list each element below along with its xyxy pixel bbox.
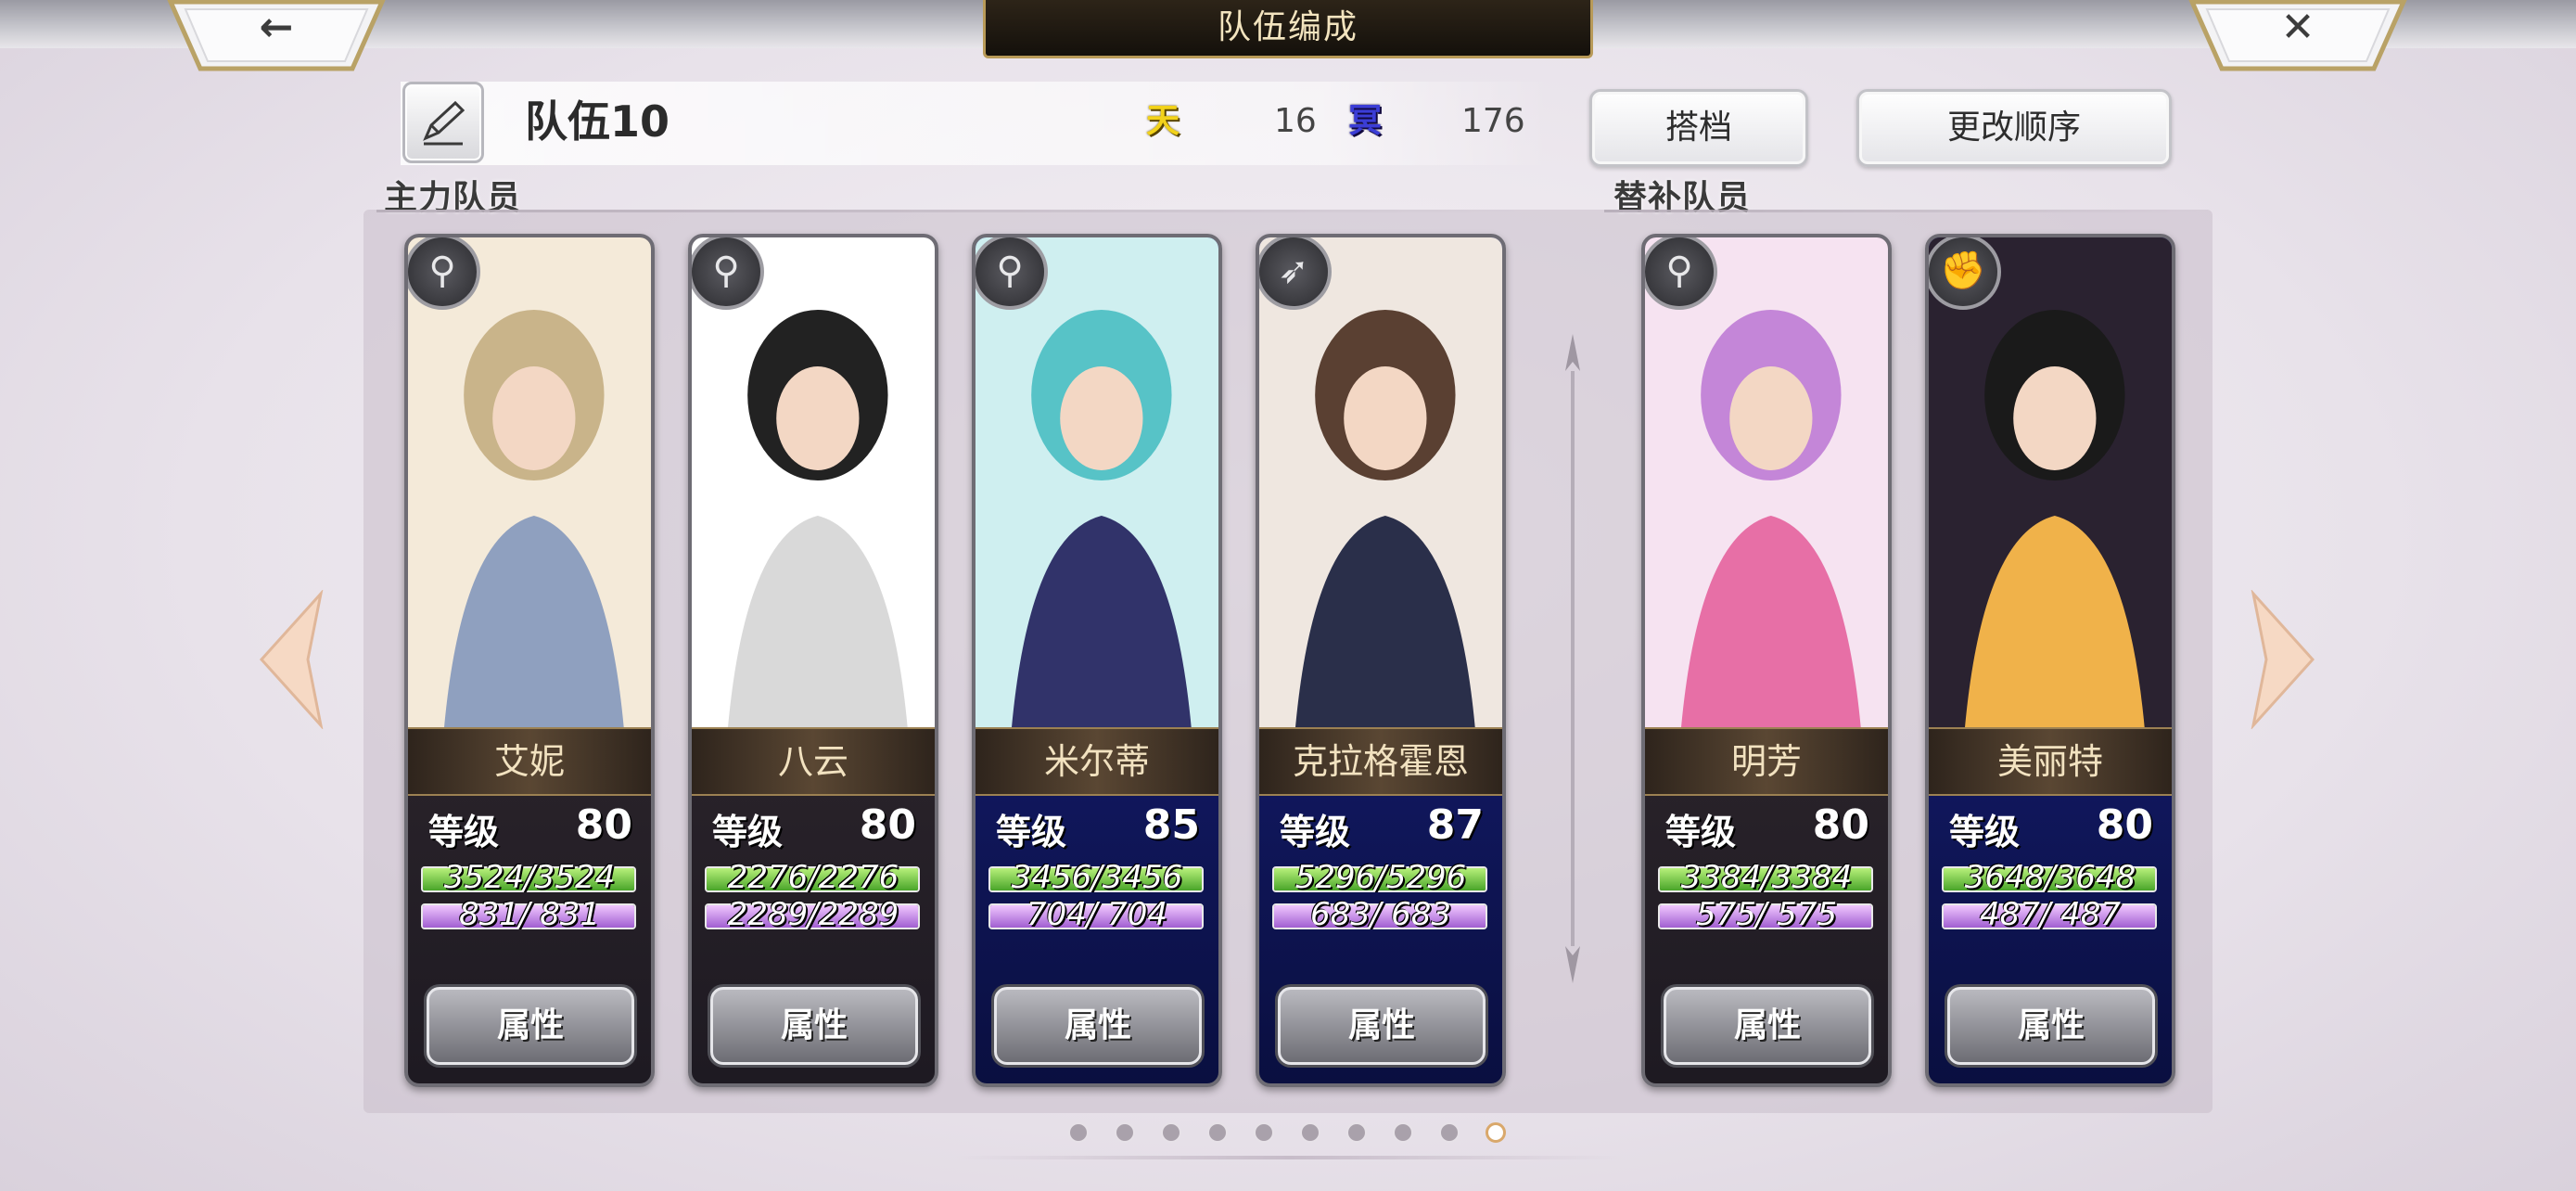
staff-icon: ⚲ — [692, 237, 764, 310]
bottom-decor-line — [955, 1156, 1623, 1159]
dark-icon: 冥 — [1347, 101, 1382, 140]
fist-icon: ✊ — [1929, 237, 2001, 310]
character-portrait — [408, 237, 651, 729]
attribute-button[interactable]: 属性 — [710, 987, 918, 1065]
character-card[interactable]: ⚲ 艾妮 等级 80 3524/3524 831/ 831 属性 — [404, 234, 655, 1087]
main-divider-line — [376, 210, 1526, 212]
level-value: 80 — [575, 801, 632, 849]
character-portrait — [1929, 237, 2172, 729]
character-name: 米尔蒂 — [976, 727, 1218, 796]
attribute-button[interactable]: 属性 — [994, 987, 1202, 1065]
page-dot[interactable] — [1439, 1122, 1460, 1143]
mp-value: 683/ 683 — [1309, 896, 1452, 933]
back-button[interactable]: ← — [167, 0, 386, 72]
attribute-button[interactable]: 属性 — [427, 987, 634, 1065]
partner-button[interactable]: 搭档 — [1589, 89, 1808, 167]
heaven-count: 16 — [1274, 102, 1317, 140]
hp-value: 3524/3524 — [443, 859, 616, 896]
close-icon: ✕ — [2280, 4, 2315, 51]
character-card[interactable]: ⚲ 明芳 等级 80 3384/3384 575/ 575 属性 — [1641, 234, 1892, 1087]
team-name: 队伍10 — [525, 96, 670, 147]
staff-icon: ⚲ — [976, 237, 1048, 310]
mp-value: 2289/2289 — [727, 896, 899, 933]
character-name: 克拉格霍恩 — [1259, 727, 1502, 796]
level-value: 80 — [2096, 801, 2153, 849]
character-card[interactable]: ⚲ 米尔蒂 等级 85 3456/3456 704/ 704 属性 — [972, 234, 1222, 1087]
next-team-arrow[interactable] — [2244, 588, 2318, 731]
edit-team-name-button[interactable] — [402, 82, 484, 163]
heaven-icon: 天 — [1145, 101, 1180, 140]
back-arrow-icon: ← — [259, 4, 294, 51]
attribute-button[interactable]: 属性 — [1947, 987, 2155, 1065]
page-dot[interactable] — [1300, 1122, 1320, 1143]
level-label: 等级 — [1949, 812, 2021, 852]
reserve-divider-line — [1604, 210, 2198, 212]
page-dot[interactable] — [1207, 1122, 1228, 1143]
level-value: 80 — [859, 801, 916, 849]
page-dot[interactable] — [1346, 1122, 1367, 1143]
character-portrait — [692, 237, 935, 729]
character-card[interactable]: ⚲ 八云 等级 80 2276/2276 2289/2289 属性 — [688, 234, 938, 1087]
character-name: 美丽特 — [1929, 727, 2172, 796]
character-name: 艾妮 — [408, 727, 651, 796]
attribute-button[interactable]: 属性 — [1664, 987, 1871, 1065]
chevron-right-icon — [2251, 588, 2315, 731]
change-order-button[interactable]: 更改顺序 — [1856, 89, 2172, 167]
mp-value: 704/ 704 — [1026, 896, 1168, 933]
character-portrait — [1259, 237, 1502, 729]
page-dot[interactable] — [1393, 1122, 1413, 1143]
page-dot[interactable] — [1254, 1122, 1274, 1143]
page-dot[interactable] — [1068, 1122, 1089, 1143]
level-label: 等级 — [428, 812, 500, 852]
level-label: 等级 — [996, 812, 1067, 852]
mp-value: 487/ 487 — [1979, 896, 2122, 933]
character-portrait — [976, 237, 1218, 729]
dark-count: 176 — [1461, 102, 1525, 140]
page-dot[interactable] — [1161, 1122, 1181, 1143]
level-value: 80 — [1812, 801, 1869, 849]
mp-value: 831/ 831 — [458, 896, 601, 933]
page-title: 队伍编成 — [983, 0, 1593, 58]
spear-icon: ➶ — [1259, 237, 1332, 310]
page-dot[interactable] — [1486, 1122, 1506, 1143]
hp-value: 3648/3648 — [1964, 859, 2136, 896]
level-value: 85 — [1142, 801, 1200, 849]
page-dot[interactable] — [1115, 1122, 1135, 1143]
level-label: 等级 — [1280, 812, 1351, 852]
mp-value: 575/ 575 — [1695, 896, 1838, 933]
pen-icon — [423, 100, 465, 146]
close-button[interactable]: ✕ — [2188, 0, 2407, 72]
hp-value: 2276/2276 — [727, 859, 899, 896]
staff-icon: ⚲ — [408, 237, 480, 310]
hp-value: 5296/5296 — [1294, 859, 1467, 896]
character-name: 明芳 — [1645, 727, 1888, 796]
level-value: 87 — [1426, 801, 1484, 849]
level-label: 等级 — [1665, 812, 1737, 852]
character-card[interactable]: ✊ 美丽特 等级 80 3648/3648 487/ 487 属性 — [1925, 234, 2175, 1087]
staff-icon: ⚲ — [1645, 237, 1717, 310]
character-card[interactable]: ➶ 克拉格霍恩 等级 87 5296/5296 683/ 683 属性 — [1256, 234, 1506, 1087]
chevron-left-icon — [259, 588, 324, 731]
hp-value: 3456/3456 — [1011, 859, 1183, 896]
level-label: 等级 — [712, 812, 784, 852]
character-name: 八云 — [692, 727, 935, 796]
member-divider — [1565, 334, 1580, 983]
hp-value: 3384/3384 — [1680, 859, 1853, 896]
attribute-button[interactable]: 属性 — [1278, 987, 1486, 1065]
prev-team-arrow[interactable] — [256, 588, 330, 731]
character-portrait — [1645, 237, 1888, 729]
